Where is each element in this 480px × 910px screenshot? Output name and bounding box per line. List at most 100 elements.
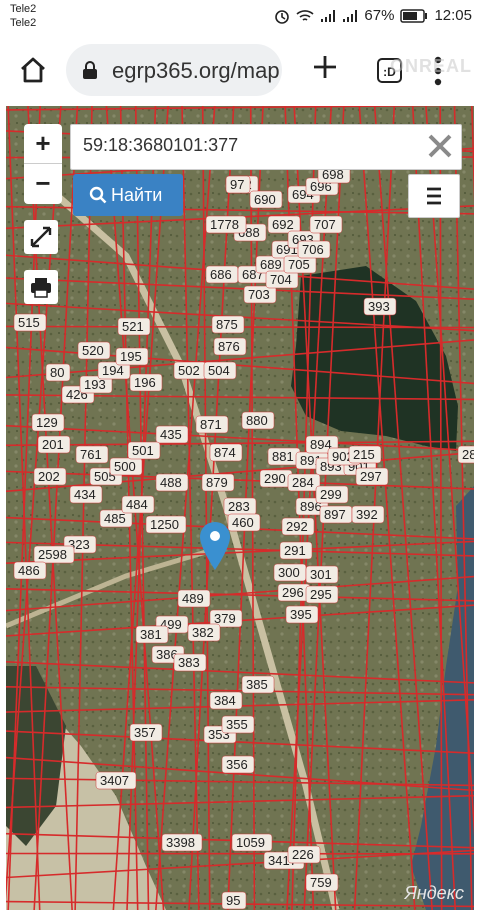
parcel-label[interactable]: 515 xyxy=(18,315,40,330)
parcel-label[interactable]: 761 xyxy=(80,447,102,462)
parcel-label[interactable]: 521 xyxy=(122,319,144,334)
parcel-label[interactable]: 488 xyxy=(160,475,182,490)
lock-icon xyxy=(83,61,97,79)
parcel-label[interactable]: 283 xyxy=(228,499,250,514)
parcel-label[interactable]: 357 xyxy=(134,725,156,740)
plus-icon[interactable] xyxy=(312,54,338,80)
cadastral-map[interactable]: 1437222688690692694696698686687689691693… xyxy=(6,106,474,910)
parcel-label[interactable]: 196 xyxy=(134,375,156,390)
zoom-in-button[interactable]: + xyxy=(24,124,62,162)
carrier-label: Tele2 xyxy=(10,3,37,15)
parcel-label[interactable]: 300 xyxy=(278,565,300,580)
zoom-out-button[interactable]: − xyxy=(24,164,62,202)
parcel-label[interactable]: 292 xyxy=(286,519,308,534)
parcel-label[interactable]: 874 xyxy=(214,445,236,460)
parcel-label[interactable]: 393 xyxy=(368,299,390,314)
parcel-label[interactable]: 382 xyxy=(192,625,214,640)
parcel-label[interactable]: 876 xyxy=(218,339,240,354)
parcel-label[interactable]: 97 xyxy=(230,177,244,192)
parcel-label[interactable]: 195 xyxy=(120,349,142,364)
parcel-label[interactable]: 706 xyxy=(302,242,324,257)
parcel-label[interactable]: 484 xyxy=(126,497,148,512)
parcel-label[interactable]: 384 xyxy=(214,693,236,708)
print-button[interactable] xyxy=(24,270,58,304)
parcel-label[interactable]: 703 xyxy=(248,287,270,302)
parcel-label[interactable]: 1778 xyxy=(210,217,239,232)
search-icon xyxy=(89,186,107,204)
fullscreen-icon xyxy=(30,226,52,248)
parcel-label[interactable]: 1250 xyxy=(150,517,179,532)
parcel-label[interactable]: 489 xyxy=(182,591,204,606)
parcel-label[interactable]: 291 xyxy=(284,543,306,558)
home-icon[interactable] xyxy=(18,55,48,85)
parcel-label[interactable]: 379 xyxy=(214,611,236,626)
find-button[interactable]: Найти xyxy=(73,174,183,216)
parcel-label[interactable]: 520 xyxy=(82,343,104,358)
parcel-label[interactable]: 299 xyxy=(320,487,342,502)
parcel-label[interactable]: 486 xyxy=(18,563,40,578)
parcel-label[interactable]: 289 xyxy=(462,447,474,462)
parcel-label[interactable]: 80 xyxy=(50,365,64,380)
parcel-label[interactable]: 435 xyxy=(160,427,182,442)
battery-percent: 67% xyxy=(364,7,395,24)
parcel-label[interactable]: 692 xyxy=(272,217,294,232)
parcel-label[interactable]: 201 xyxy=(42,437,64,452)
parcel-label[interactable]: 759 xyxy=(310,875,332,890)
parcel-label[interactable]: 897 xyxy=(324,507,346,522)
parcel-label[interactable]: 881 xyxy=(272,449,294,464)
battery-icon xyxy=(400,8,428,23)
parcel-label[interactable]: 502 xyxy=(178,363,200,378)
parcel-label[interactable]: 296 xyxy=(282,585,304,600)
parcel-label[interactable]: 875 xyxy=(216,317,238,332)
parcel-label[interactable]: 290 xyxy=(264,471,286,486)
parcel-label[interactable]: 501 xyxy=(132,443,154,458)
parcel-label[interactable]: 2598 xyxy=(38,547,67,562)
parcel-label[interactable]: 1059 xyxy=(236,835,265,850)
map-canvas[interactable]: 1437222688690692694696698686687689691693… xyxy=(6,106,474,910)
parcel-label[interactable]: 504 xyxy=(208,363,230,378)
parcel-label[interactable]: 460 xyxy=(232,515,254,530)
parcel-label[interactable]: 500 xyxy=(114,459,136,474)
close-icon[interactable] xyxy=(427,133,453,159)
parcel-label[interactable]: 295 xyxy=(310,587,332,602)
search-input[interactable] xyxy=(83,135,413,156)
parcel-label[interactable]: 707 xyxy=(314,217,336,232)
parcel-label[interactable]: 880 xyxy=(246,413,268,428)
parcel-label[interactable]: 879 xyxy=(206,475,228,490)
parcel-label[interactable]: 202 xyxy=(38,469,60,484)
parcel-label[interactable]: 705 xyxy=(288,257,310,272)
parcel-label[interactable]: 689 xyxy=(260,257,282,272)
parcel-label[interactable]: 434 xyxy=(74,487,96,502)
parcel-label[interactable]: 215 xyxy=(353,447,375,462)
location-pin-icon[interactable] xyxy=(198,520,232,572)
parcel-label[interactable]: 871 xyxy=(200,417,222,432)
parcel-label[interactable]: 284 xyxy=(292,475,314,490)
parcel-label[interactable]: 686 xyxy=(210,267,232,282)
parcel-label[interactable]: 383 xyxy=(178,655,200,670)
parcel-label[interactable]: 392 xyxy=(356,507,378,522)
carrier-label-2: Tele2 xyxy=(10,17,37,29)
find-button-label: Найти xyxy=(111,185,163,205)
parcel-label[interactable]: 485 xyxy=(104,511,126,526)
parcel-label[interactable]: 690 xyxy=(254,192,276,207)
alarm-icon xyxy=(275,9,290,24)
parcel-label[interactable]: 395 xyxy=(290,607,312,622)
clock: 12:05 xyxy=(434,7,472,24)
zoom-control: + − xyxy=(24,124,62,204)
parcel-label[interactable]: 356 xyxy=(226,757,248,772)
parcel-label[interactable]: 704 xyxy=(270,272,292,287)
fullscreen-button[interactable] xyxy=(24,220,58,254)
parcel-label[interactable]: 297 xyxy=(360,469,382,484)
layers-menu-button[interactable] xyxy=(408,174,460,218)
parcel-label[interactable]: 385 xyxy=(246,677,268,692)
parcel-label[interactable]: 301 xyxy=(310,567,332,582)
parcel-label[interactable]: 381 xyxy=(140,627,162,642)
parcel-label[interactable]: 95 xyxy=(226,893,240,908)
parcel-label[interactable]: 3398 xyxy=(166,835,195,850)
parcel-label[interactable]: 226 xyxy=(292,847,314,862)
address-bar[interactable]: egrp365.org/map xyxy=(66,44,282,96)
cadastral-search-box xyxy=(70,124,462,170)
parcel-label[interactable]: 129 xyxy=(36,415,58,430)
parcel-label[interactable]: 3407 xyxy=(100,773,129,788)
parcel-label[interactable]: 355 xyxy=(226,717,248,732)
